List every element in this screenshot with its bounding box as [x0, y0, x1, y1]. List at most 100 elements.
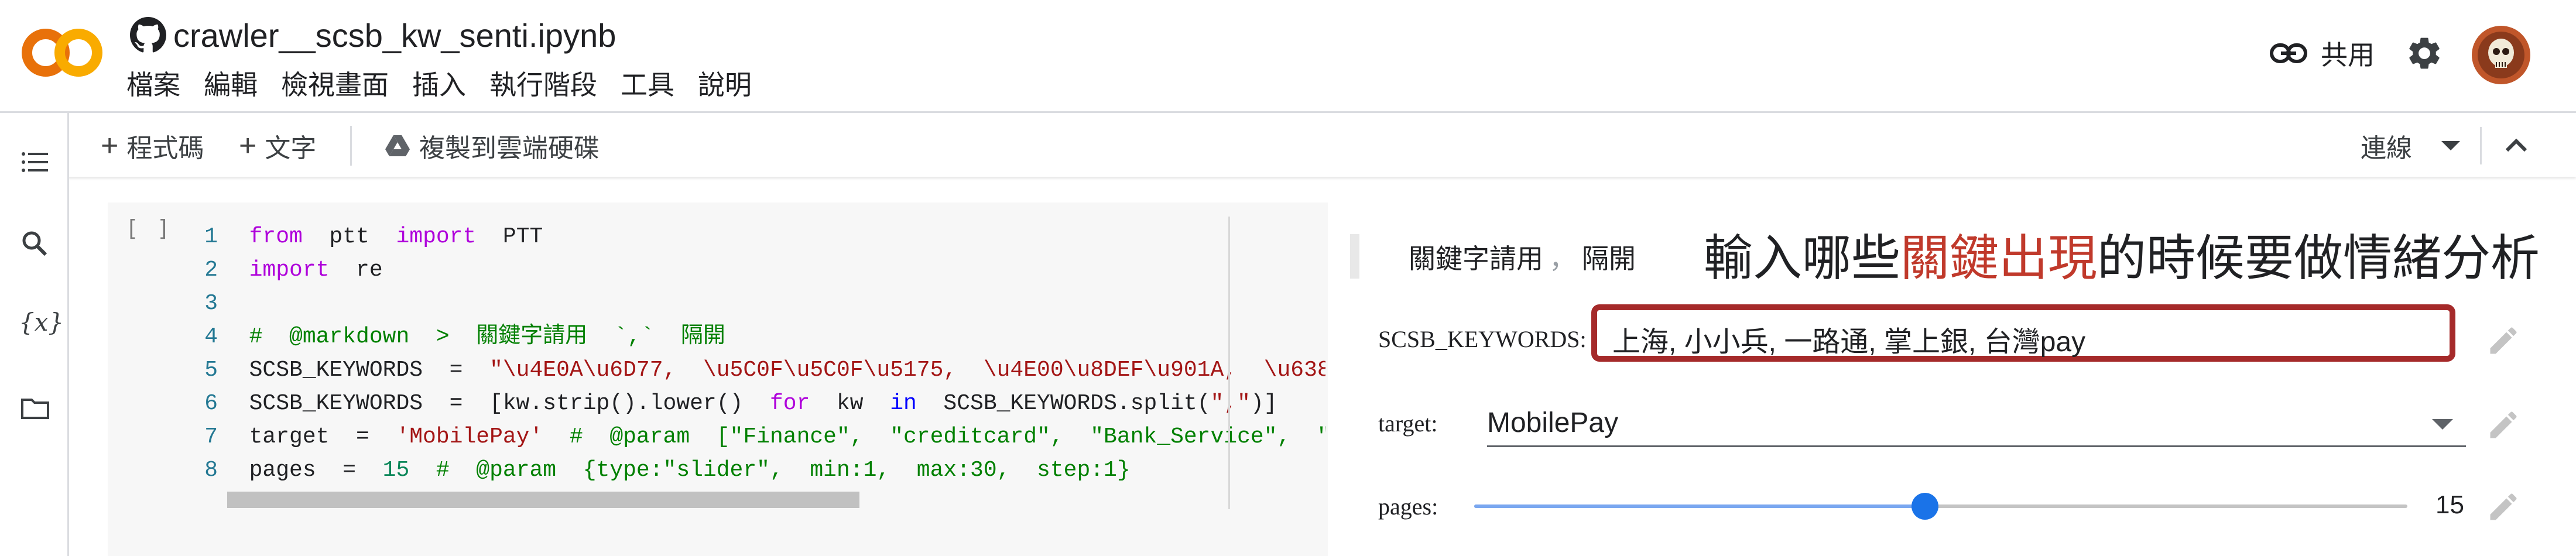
code-token: )] [1250, 391, 1277, 416]
code-token: SCSB_KEYWORDS = [kw.strip().lower() [249, 391, 770, 416]
code-cell[interactable]: [ ] 1 from ptt import PTT 2 import re 3 4 … [108, 203, 1328, 556]
table-of-contents-icon[interactable] [19, 146, 52, 179]
code-token: target = [249, 424, 396, 449]
header: crawler__scsb_kw_senti.ipynb 檔案 編輯 檢視畫面 … [0, 0, 2576, 111]
add-text-button[interactable]: + 文字 [239, 128, 316, 163]
code-line[interactable]: 4 # @markdown > 關鍵字請用 `,` 隔開 [187, 320, 1325, 353]
pages-label: pages: [1378, 493, 1438, 520]
target-value: MobilePay [1487, 407, 1619, 438]
line-number: 5 [204, 358, 218, 383]
code-token: # @param ["Finance", "creditcard", "Bank… [569, 424, 1325, 449]
share-label: 共用 [2321, 40, 2375, 70]
notebook-toolbar: + 程式碼 + 文字 複製到雲端硬碟 連線 [0, 111, 2576, 177]
user-avatar[interactable] [2472, 26, 2530, 84]
caret-down-icon [2441, 141, 2460, 150]
github-icon[interactable] [130, 17, 166, 53]
add-text-label: 文字 [265, 134, 317, 163]
edit-pencil-icon[interactable] [2486, 407, 2521, 442]
code-token: in [890, 391, 917, 416]
code-line[interactable]: 6 SCSB_KEYWORDS = [kw.strip().lower() fo… [187, 387, 1325, 420]
code-token: import [396, 224, 477, 249]
horizontal-scrollbar[interactable] [227, 492, 859, 508]
line-number: 1 [204, 224, 218, 249]
line-number: 6 [204, 391, 218, 416]
keywords-input[interactable]: 上海, 小小兵, 一路通, 掌上銀, 台灣pay [1591, 304, 2455, 362]
code-editor[interactable]: 1 from ptt import PTT 2 import re 3 4 # @m… [187, 220, 1325, 524]
slider-thumb[interactable] [1911, 493, 1938, 520]
code-ruler [1228, 217, 1230, 509]
folder-icon[interactable] [19, 392, 52, 424]
code-token: from [249, 224, 303, 249]
code-line[interactable]: 2 import re [187, 253, 1325, 287]
line-number: 3 [204, 291, 218, 316]
code-token: SCSB_KEYWORDS = [249, 358, 490, 383]
avatar-skull-icon [2472, 26, 2530, 84]
pages-slider[interactable] [1474, 493, 2407, 520]
copy-to-drive-label: 複製到雲端硬碟 [419, 134, 600, 163]
code-line[interactable]: 7 target = 'MobilePay' # @param ["Financ… [187, 420, 1325, 454]
menu-file[interactable]: 檔案 [126, 64, 180, 102]
notebook-title[interactable]: crawler__scsb_kw_senti.ipynb [173, 16, 616, 54]
code-token: SCSB_KEYWORDS.split( [916, 391, 1211, 416]
line-number: 8 [204, 458, 218, 483]
run-cell-indicator[interactable]: [ ] [125, 215, 173, 241]
menu-insert[interactable]: 插入 [412, 64, 466, 102]
target-select[interactable]: MobilePay [1487, 403, 2466, 447]
code-token: kw [810, 391, 890, 416]
code-line[interactable]: 8 pages = 15 # @param {type:"slider", mi… [187, 454, 1325, 487]
copy-to-drive-button[interactable]: 複製到雲端硬碟 [384, 128, 600, 163]
code-token: 15 [382, 458, 410, 483]
connect-label: 連線 [2361, 134, 2412, 163]
slider-fill [1474, 504, 1925, 508]
left-rail: {x} [0, 113, 69, 556]
pages-value: 15 [2435, 490, 2464, 519]
menu-help[interactable]: 說明 [698, 64, 752, 102]
link-icon [2270, 43, 2307, 63]
annotation-highlight: 關鍵出現 [1900, 231, 2098, 286]
google-drive-icon [385, 135, 410, 156]
menu-runtime[interactable]: 執行階段 [489, 64, 597, 102]
code-token: "\u4E0A\u6D77, \u5C0F\u5C0F\u5175, \u4E0… [489, 358, 1325, 383]
form-description: 關鍵字請用，隔開 [1409, 238, 1636, 276]
add-code-button[interactable]: + 程式碼 [101, 128, 204, 163]
variables-icon[interactable]: {x} [19, 306, 64, 339]
share-button[interactable]: 共用 [2269, 33, 2375, 74]
menu-edit[interactable]: 編輯 [204, 64, 258, 102]
code-token: # @param {type:"slider", min:1, max:30, … [436, 458, 1131, 483]
plus-icon: + [101, 129, 119, 163]
settings-gear-icon[interactable] [2405, 34, 2444, 73]
edit-pencil-icon[interactable] [2486, 489, 2521, 524]
edit-pencil-icon[interactable] [2486, 323, 2521, 358]
keywords-label: SCSB_KEYWORDS: [1378, 326, 1587, 352]
code-token: for [769, 391, 810, 416]
form-section-marker [1350, 234, 1359, 279]
annotation-prefix: 輸入哪些 [1704, 231, 1901, 286]
menu-bar: 檔案 編輯 檢視畫面 插入 執行階段 工具 說明 [126, 66, 775, 101]
colab-logo[interactable] [21, 20, 103, 84]
code-line[interactable]: 5 SCSB_KEYWORDS = "\u4E0A\u6D77, \u5C0F\… [187, 353, 1325, 387]
toolbar-divider [350, 126, 352, 166]
menu-view[interactable]: 檢視畫面 [281, 64, 389, 102]
menu-tools[interactable]: 工具 [621, 64, 674, 102]
code-token: "," [1210, 391, 1251, 416]
connect-button[interactable]: 連線 [2361, 128, 2460, 163]
code-token: import [249, 258, 330, 283]
code-token: pages = [249, 458, 383, 483]
code-line[interactable]: 3 [187, 287, 1325, 320]
form-description-part1: 關鍵字請用 [1409, 243, 1543, 274]
code-token: ptt [302, 224, 396, 249]
annotation-text: 輸入哪些關鍵出現的時候要做情緒分析 [1704, 219, 2540, 290]
code-token: # @markdown > 關鍵字請用 `,` 隔開 [249, 324, 725, 349]
line-number: 2 [204, 258, 218, 283]
plus-icon: + [239, 129, 257, 163]
form-description-separator: ， [1549, 243, 1576, 274]
code-line[interactable]: 1 from ptt import PTT [187, 220, 1325, 253]
add-code-label: 程式碼 [126, 134, 204, 163]
chevron-up-icon[interactable] [2499, 131, 2534, 161]
toolbar-divider [2480, 127, 2482, 164]
target-label: target: [1378, 410, 1438, 437]
search-icon[interactable] [19, 228, 52, 260]
code-token: re [329, 258, 383, 283]
